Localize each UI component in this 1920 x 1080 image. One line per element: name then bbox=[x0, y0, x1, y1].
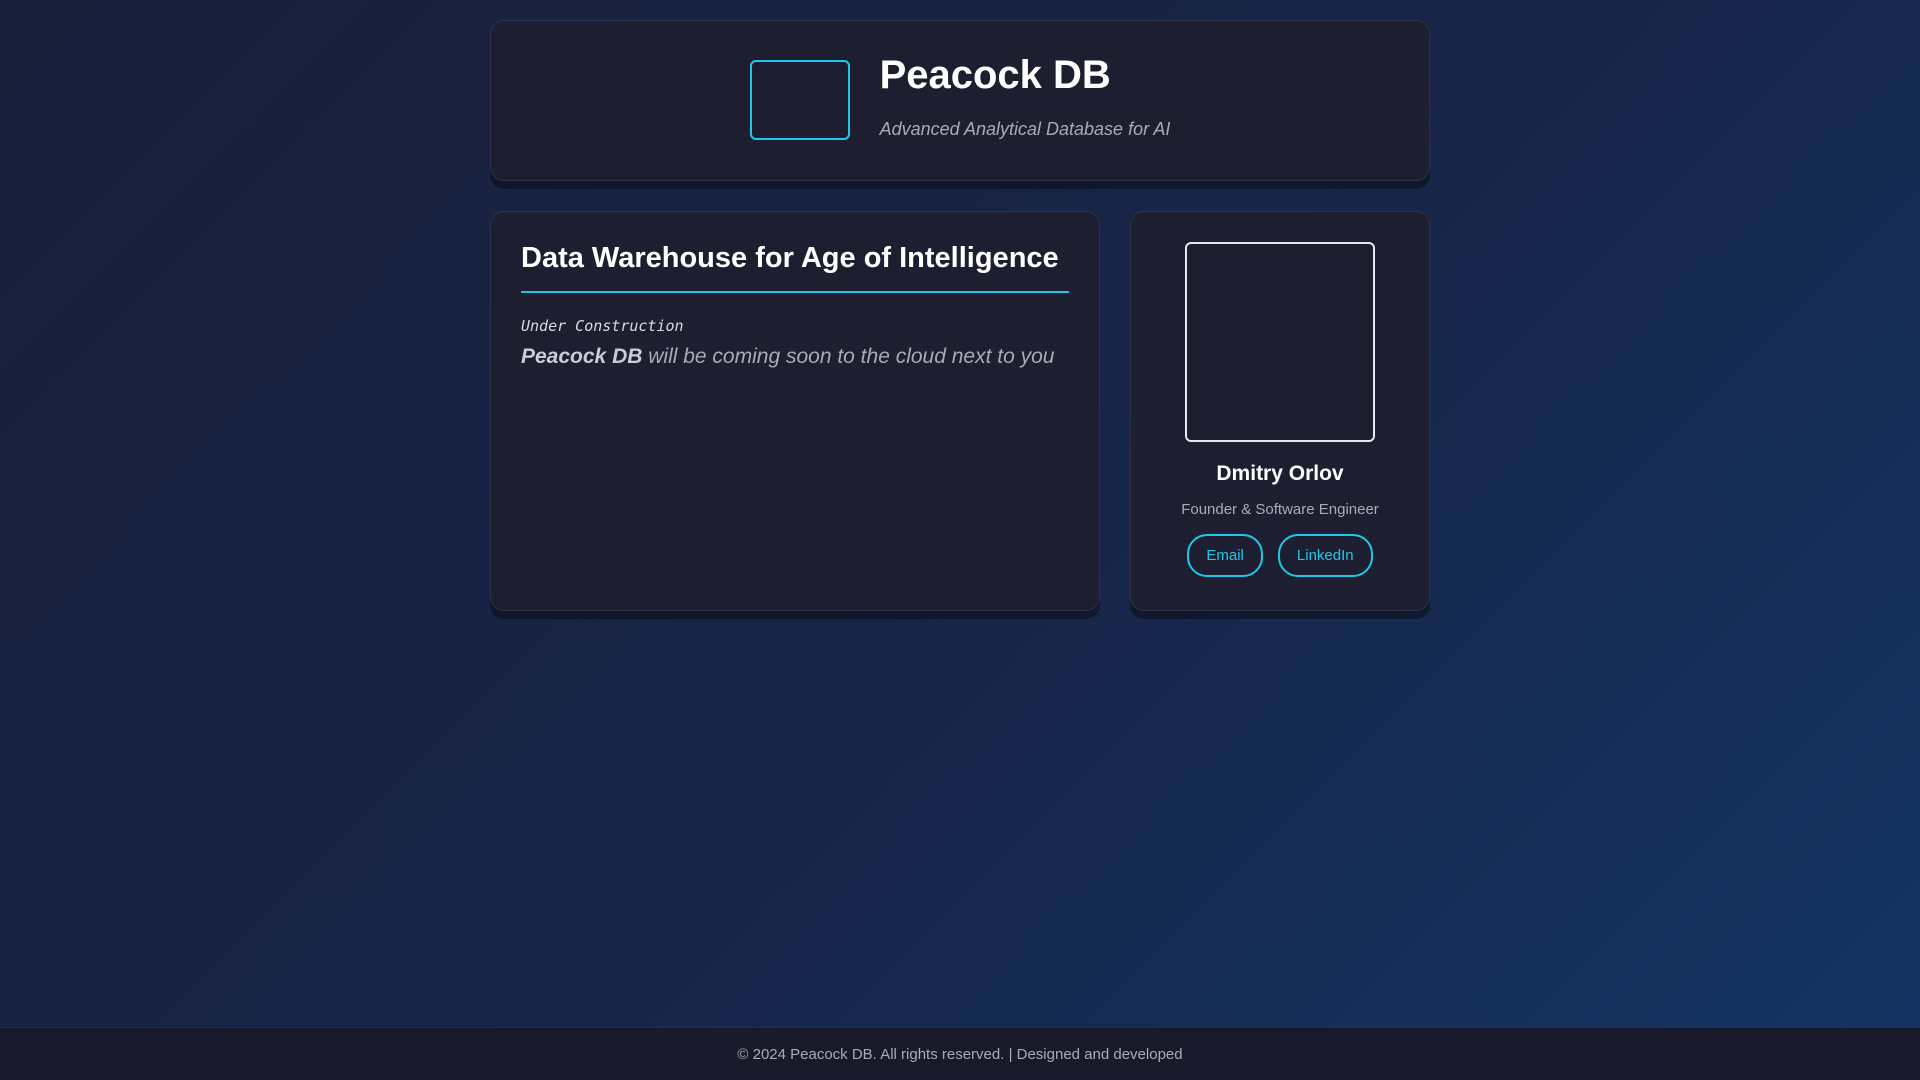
content-row: Data Warehouse for Age of Intelligence U… bbox=[490, 211, 1430, 611]
site-title: Peacock DB bbox=[879, 53, 1111, 97]
footer-text: © 2024 Peacock DB. All rights reserved. … bbox=[737, 1045, 1183, 1063]
description-text: will be coming soon to the cloud next to… bbox=[642, 345, 1055, 368]
site-header: Peacock DB Advanced Analytical Database … bbox=[490, 20, 1430, 181]
main-heading: Data Warehouse for Age of Intelligence bbox=[521, 242, 1069, 293]
site-tagline: Advanced Analytical Database for AI bbox=[879, 119, 1171, 139]
profile-role: Founder & Software Engineer bbox=[1181, 501, 1379, 518]
brand-block: Peacock DB Advanced Analytical Database … bbox=[879, 53, 1171, 140]
main-card: Data Warehouse for Age of Intelligence U… bbox=[490, 211, 1100, 611]
status-text: Under Construction bbox=[521, 317, 684, 335]
product-name: Peacock DB bbox=[521, 345, 643, 368]
site-footer: © 2024 Peacock DB. All rights reserved. … bbox=[0, 1027, 1920, 1080]
logo-placeholder bbox=[749, 59, 850, 140]
profile-links: Email LinkedIn bbox=[1187, 534, 1373, 577]
profile-name: Dmitry Orlov bbox=[1216, 462, 1344, 485]
email-button[interactable]: Email bbox=[1187, 534, 1263, 577]
profile-card: Dmitry Orlov Founder & Software Engineer… bbox=[1130, 211, 1430, 611]
linkedin-button[interactable]: LinkedIn bbox=[1277, 534, 1373, 577]
profile-photo-placeholder bbox=[1185, 242, 1375, 442]
description: Peacock DB will be coming soon to the cl… bbox=[521, 345, 1069, 369]
page-container: Peacock DB Advanced Analytical Database … bbox=[490, 20, 1430, 611]
